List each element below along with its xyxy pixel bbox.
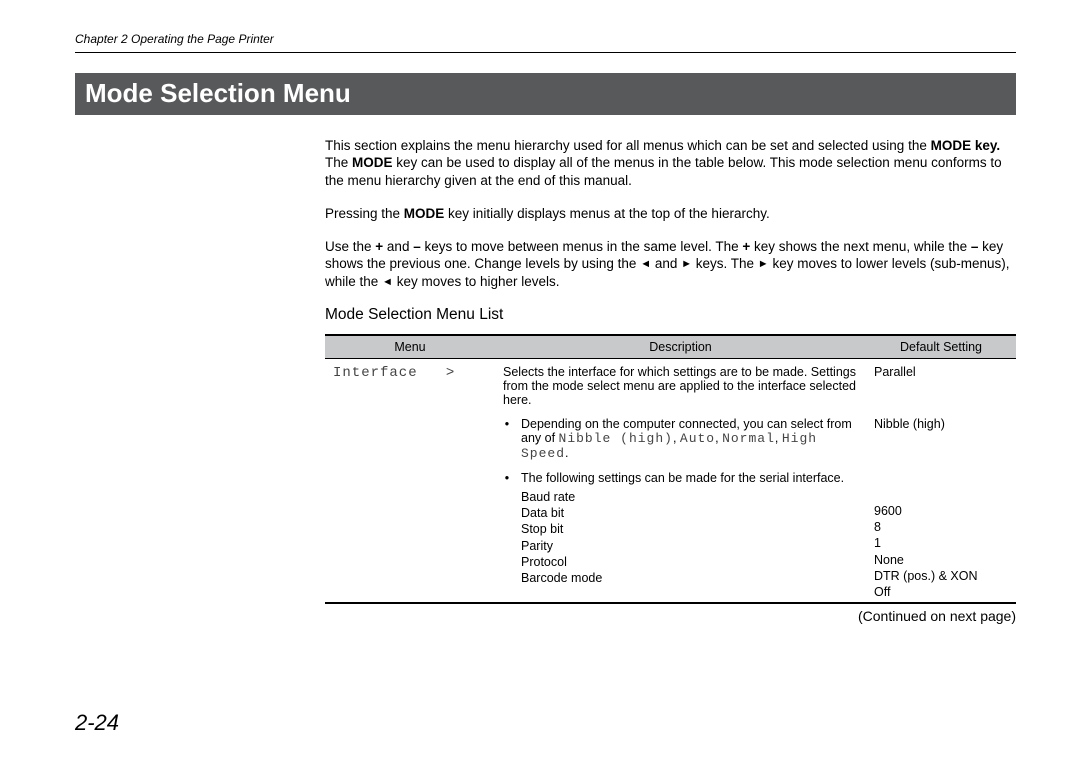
right-arrow-icon: ► — [681, 258, 692, 270]
serial-item: Parity — [521, 538, 844, 554]
default-value: DTR (pos.) & XON — [874, 568, 1008, 584]
text: key shows the next menu, while the — [750, 239, 971, 254]
continued-note: (Continued on next page) — [325, 608, 1016, 624]
text: key can be used to display all of the me… — [325, 155, 1002, 187]
chapter-header: Chapter 2 Operating the Page Printer — [75, 32, 1016, 46]
serial-item: Stop bit — [521, 521, 844, 537]
bold: – — [413, 239, 421, 254]
default-value: Off — [874, 584, 1008, 600]
table-row: Interface > Selects the interface for wh… — [325, 358, 1016, 409]
serial-intro: The following settings can be made for t… — [521, 471, 844, 485]
text: and — [383, 239, 413, 254]
mono-text: Auto — [680, 431, 715, 446]
default-value: 9600 — [874, 503, 1008, 519]
serial-item: Protocol — [521, 554, 844, 570]
right-arrow-icon: ► — [758, 258, 769, 270]
top-rule — [75, 52, 1016, 53]
intro-p3: Use the + and – keys to move between men… — [325, 238, 1016, 290]
serial-item: Barcode mode — [521, 570, 844, 586]
text: Pressing the — [325, 206, 404, 221]
text: This section explains the menu hierarchy… — [325, 138, 931, 153]
left-arrow-icon: ◄ — [640, 258, 651, 270]
bullet-item: • The following settings can be made for… — [503, 471, 858, 587]
text: , — [775, 431, 782, 445]
bullet-item: • Depending on the computer connected, y… — [503, 417, 858, 461]
th-default: Default Setting — [866, 335, 1016, 359]
bold: + — [375, 239, 383, 254]
serial-item: Data bit — [521, 505, 844, 521]
default-value: 1 — [874, 535, 1008, 551]
th-description: Description — [495, 335, 866, 359]
text: , — [673, 431, 680, 445]
default-value: 8 — [874, 519, 1008, 535]
table-row: • The following settings can be made for… — [325, 463, 1016, 604]
mode-selection-table: Menu Description Default Setting Interfa… — [325, 334, 1016, 605]
mono-text: Normal — [722, 431, 775, 446]
text: key initially displays menus at the top … — [444, 206, 769, 221]
text: Use the — [325, 239, 375, 254]
default-cell: Parallel — [866, 358, 1016, 409]
menu-label-interface: Interface > — [333, 365, 455, 381]
intro-p1: This section explains the menu hierarchy… — [325, 137, 1016, 189]
intro-paragraphs: This section explains the menu hierarchy… — [325, 137, 1016, 290]
default-cell: Nibble (high) — [866, 409, 1016, 463]
left-arrow-icon: ◄ — [382, 276, 393, 288]
mono-text: Nibble (high) — [559, 431, 673, 446]
default-value: None — [874, 552, 1008, 568]
text: key moves to higher levels. — [393, 274, 560, 289]
desc-cell: Selects the interface for which settings… — [495, 358, 866, 409]
bold: MODE — [404, 206, 445, 221]
text: and — [651, 256, 681, 271]
intro-p2: Pressing the MODE key initially displays… — [325, 205, 1016, 222]
text: The — [325, 155, 352, 170]
serial-item: Baud rate — [521, 489, 844, 505]
text: keys. The — [692, 256, 758, 271]
bold: MODE — [352, 155, 393, 170]
bold: MODE key. — [931, 138, 1001, 153]
page-number: 2-24 — [75, 710, 119, 736]
bullet-icon: • — [503, 417, 511, 461]
page-title: Mode Selection Menu — [75, 73, 1016, 115]
text: keys to move between menus in the same l… — [421, 239, 743, 254]
table-row: • Depending on the computer connected, y… — [325, 409, 1016, 463]
text: . — [565, 446, 568, 460]
bullet-icon: • — [503, 471, 511, 587]
th-menu: Menu — [325, 335, 495, 359]
table-subheading: Mode Selection Menu List — [325, 306, 1016, 324]
